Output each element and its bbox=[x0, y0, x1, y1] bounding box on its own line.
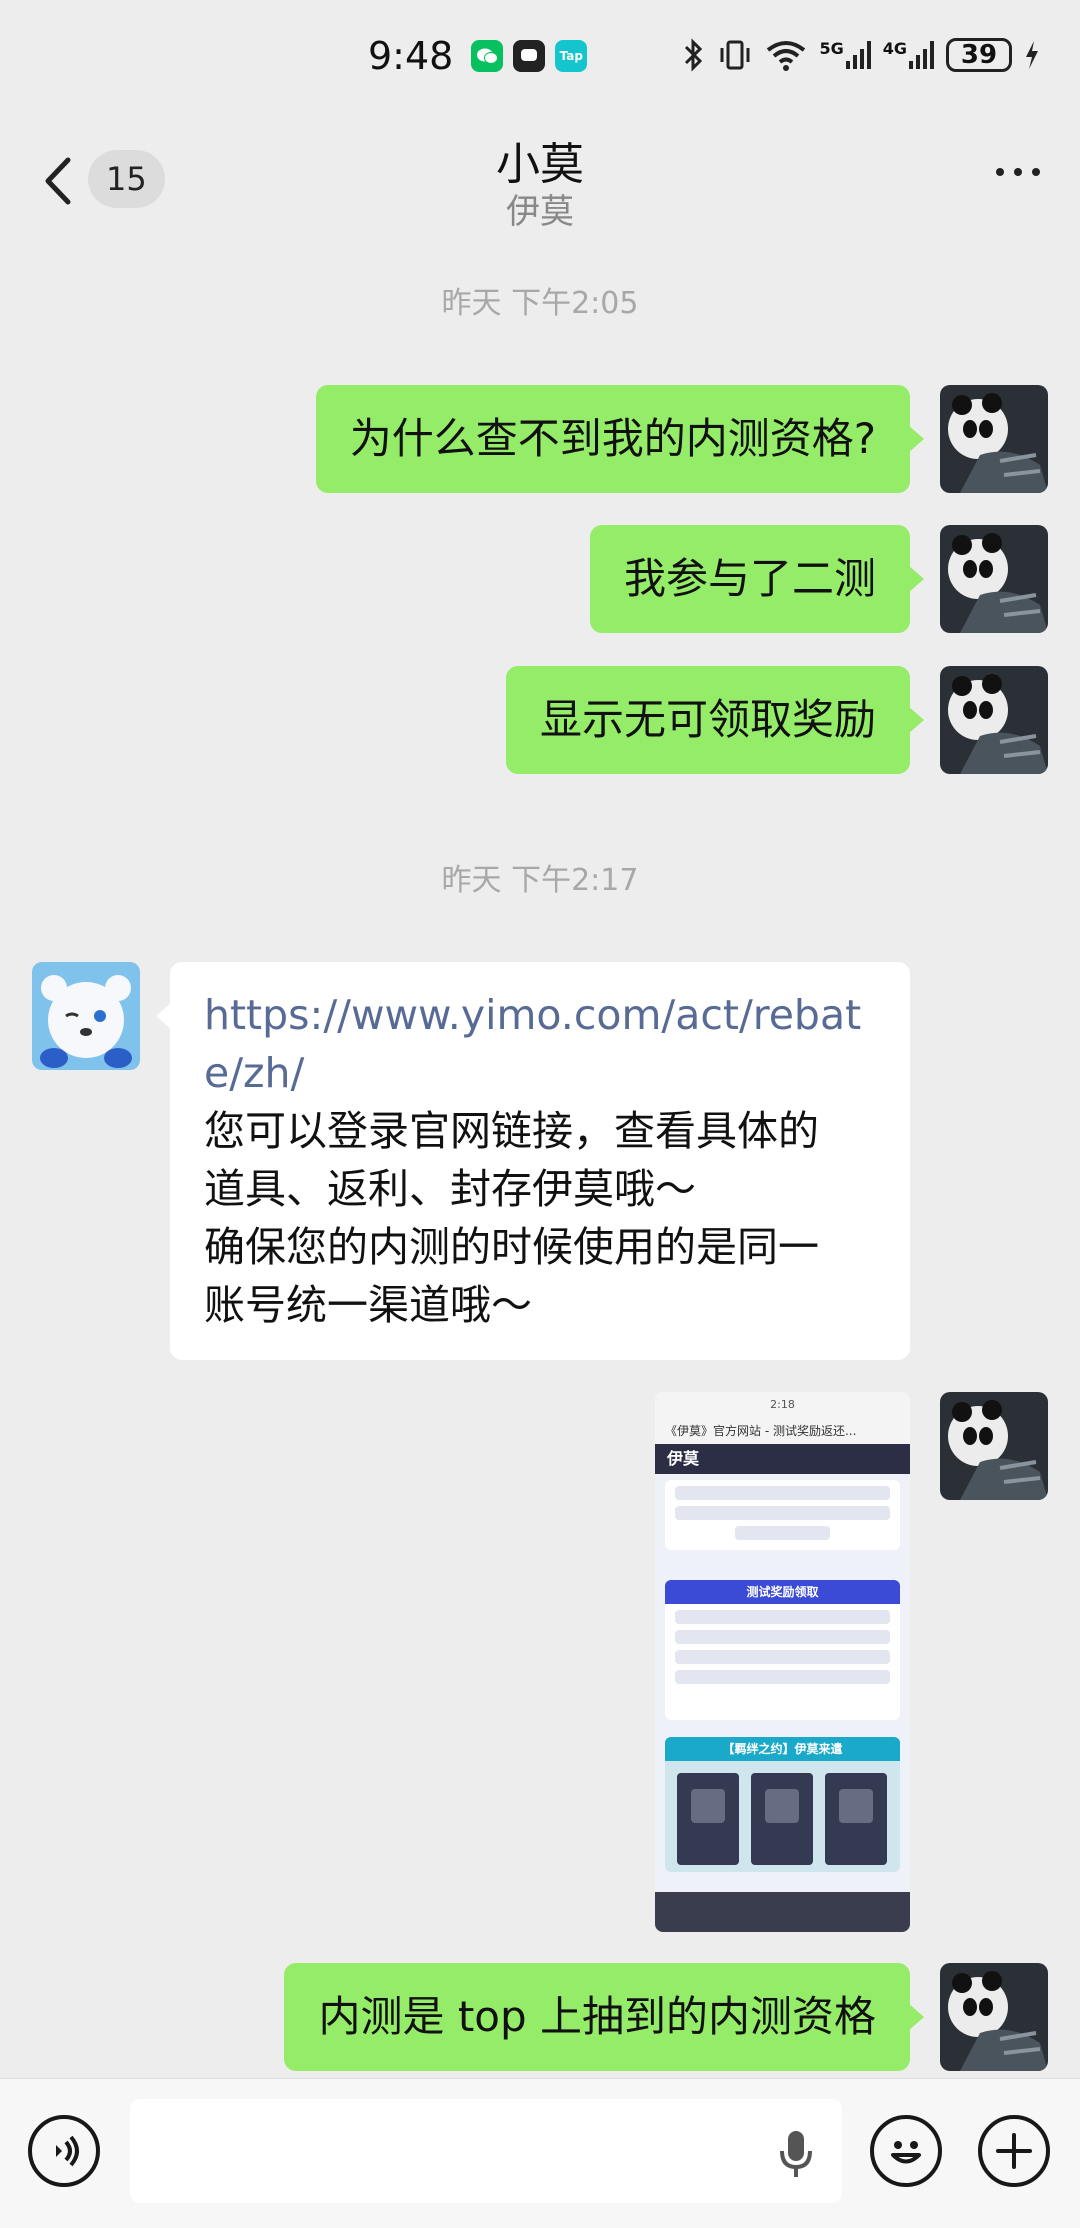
my-avatar[interactable] bbox=[940, 1963, 1048, 2071]
more-options-icon[interactable] bbox=[996, 168, 1040, 176]
panda-avatar-icon bbox=[940, 1392, 1048, 1500]
contact-avatar[interactable] bbox=[32, 962, 140, 1070]
taptap-badge-icon: Tap bbox=[555, 40, 588, 72]
message-input[interactable] bbox=[130, 2099, 842, 2203]
message-text: 道具、返利、封存伊莫哦～ bbox=[204, 1165, 696, 1213]
network-label: 4G bbox=[882, 39, 907, 58]
wifi-icon bbox=[767, 41, 806, 71]
message-text: 账号统一渠道哦～ bbox=[204, 1281, 532, 1329]
message-text: 确保您的内测的时候使用的是同一 bbox=[204, 1223, 819, 1271]
panda-avatar-icon bbox=[940, 385, 1048, 493]
image-message[interactable]: 2:18 《伊莫》官方网站 - 测试奖励返还... 伊莫 测试奖励领取 【羁绊之… bbox=[655, 1392, 910, 1932]
my-avatar[interactable] bbox=[940, 525, 1048, 633]
emoji-icon[interactable] bbox=[870, 2115, 942, 2187]
thumb-brand: 伊莫 bbox=[655, 1444, 910, 1474]
chat-title: 小莫 bbox=[496, 139, 584, 190]
thumb-footer bbox=[655, 1892, 910, 1932]
bear-avatar-icon bbox=[32, 962, 140, 1070]
my-avatar[interactable] bbox=[940, 385, 1048, 493]
status-bar: 9:48 Tap 5G 4G 39 bbox=[0, 0, 1080, 118]
thumb-panel bbox=[665, 1480, 900, 1550]
wechat-badge-icon bbox=[471, 40, 504, 72]
voice-input-icon[interactable] bbox=[28, 2115, 100, 2187]
panda-avatar-icon bbox=[940, 525, 1048, 633]
signal-bars-icon bbox=[909, 41, 934, 69]
signal-4g: 4G bbox=[883, 41, 934, 69]
microphone-icon[interactable] bbox=[778, 2129, 814, 2179]
bluetooth-icon bbox=[685, 38, 703, 72]
panda-avatar-icon bbox=[940, 666, 1048, 774]
status-right: 5G 4G 39 bbox=[683, 38, 1040, 72]
thumb-status-bar: 2:18 bbox=[655, 1392, 910, 1418]
vibrate-icon bbox=[720, 40, 750, 70]
panda-avatar-icon bbox=[940, 1963, 1048, 2071]
outgoing-message[interactable]: 内测是 top 上抽到的内测资格 bbox=[284, 1963, 924, 2071]
incoming-message[interactable]: https://www.yimo.com/act/rebate/zh/ 您可以登… bbox=[156, 962, 910, 1360]
chat-subtitle: 伊莫 bbox=[506, 192, 574, 232]
signal-5g: 5G bbox=[819, 39, 871, 69]
thumb-panel: 【羁绊之约】伊莫来遣 bbox=[665, 1737, 900, 1872]
battery-indicator: 39 bbox=[946, 38, 1012, 72]
message-badge-icon bbox=[513, 40, 546, 72]
thumb-panel: 测试奖励领取 bbox=[665, 1580, 900, 1720]
message-text: 您可以登录官网链接，查看具体的 bbox=[204, 1107, 819, 1155]
outgoing-message[interactable]: 显示无可领取奖励 bbox=[505, 666, 925, 774]
signal-bars-icon bbox=[845, 41, 871, 69]
outgoing-message[interactable]: 为什么查不到我的内测资格? bbox=[315, 385, 925, 493]
status-left: 9:48 Tap bbox=[368, 34, 588, 78]
battery-level: 39 bbox=[960, 40, 998, 70]
add-icon[interactable] bbox=[978, 2115, 1050, 2187]
message-timestamp: 昨天 下午2:17 bbox=[441, 863, 639, 898]
input-bar bbox=[0, 2078, 1080, 2228]
thumb-title: 《伊莫》官方网站 - 测试奖励返还... bbox=[655, 1418, 910, 1444]
my-avatar[interactable] bbox=[940, 666, 1048, 774]
message-timestamp: 昨天 下午2:05 bbox=[441, 286, 639, 321]
thumb-panel-title: 【羁绊之约】伊莫来遣 bbox=[665, 1737, 900, 1761]
chat-header: 15 小莫 伊莫 bbox=[0, 118, 1080, 240]
network-label: 5G bbox=[819, 39, 844, 58]
message-link[interactable]: https://www.yimo.com/act/rebate/zh/ bbox=[204, 986, 876, 1102]
charging-icon bbox=[1026, 41, 1038, 69]
thumb-panel-title: 测试奖励领取 bbox=[665, 1580, 900, 1604]
my-avatar[interactable] bbox=[940, 1392, 1048, 1500]
outgoing-message[interactable]: 我参与了二测 bbox=[589, 525, 925, 633]
status-time: 9:48 bbox=[368, 34, 454, 78]
